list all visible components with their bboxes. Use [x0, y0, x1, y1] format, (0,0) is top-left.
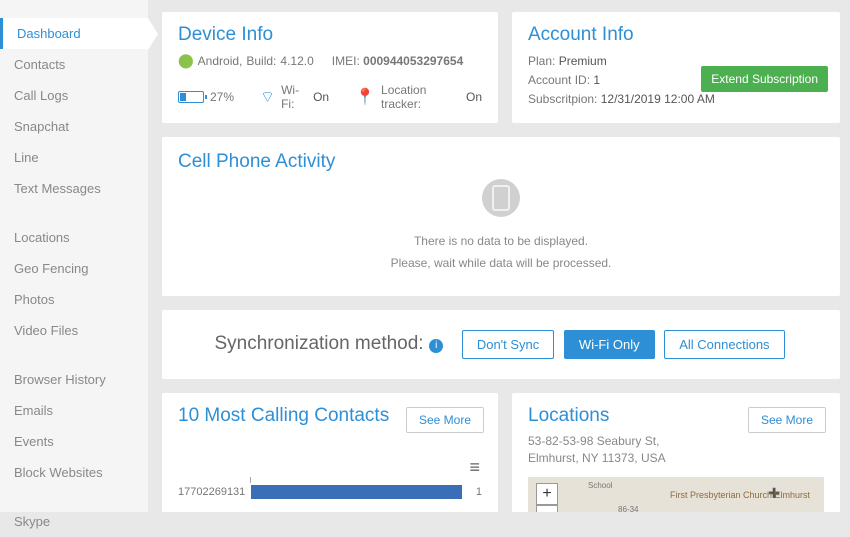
sync-card: Synchronization method: i Don't Sync Wi-…	[162, 310, 840, 379]
sidebar-item-events[interactable]: Events	[0, 426, 148, 457]
locations-address-2: Elmhurst, NY 11373, USA	[528, 450, 824, 467]
location-pin-icon: 📍	[355, 87, 375, 107]
plan-label: Plan:	[528, 54, 555, 68]
subscription-label: Subscritpion:	[528, 92, 597, 106]
wifi-value: On	[313, 90, 329, 104]
loc-tracker-value: On	[466, 90, 482, 104]
sidebar-item-locations[interactable]: Locations	[0, 222, 148, 253]
sidebar-item-browser-history[interactable]: Browser History	[0, 364, 148, 395]
map-poi-label: First Presbyterian Church Elmhurst	[670, 491, 810, 501]
map-zoom-in-button[interactable]: +	[536, 483, 558, 505]
sync-label: Synchronization method:	[214, 333, 423, 354]
bar-value-0: 1	[476, 486, 482, 498]
loc-tracker-label: Location tracker:	[381, 83, 460, 111]
activity-card: Cell Phone Activity There is no data to …	[162, 137, 840, 296]
wifi-label: Wi-Fi:	[281, 83, 307, 111]
info-icon[interactable]: i	[429, 339, 443, 353]
sync-option-dont[interactable]: Don't Sync	[462, 330, 554, 359]
sidebar-item-dashboard[interactable]: Dashboard	[0, 18, 148, 49]
locations-see-more-button[interactable]: See More	[748, 407, 826, 433]
locations-address-1: 53-82-53-98 Seabury St,	[528, 433, 824, 450]
account-info-title: Account Info	[528, 24, 824, 46]
device-build-label: Build:	[246, 54, 276, 68]
locations-map[interactable]: + − ✚ First Presbyterian Church Elmhurst…	[528, 477, 824, 512]
sidebar-item-text-messages[interactable]: Text Messages	[0, 173, 148, 204]
calling-bar-chart: 17702269131 1	[178, 477, 482, 499]
sidebar-item-block-websites[interactable]: Block Websites	[0, 457, 148, 488]
sync-option-wifi[interactable]: Wi-Fi Only	[564, 330, 655, 359]
sidebar-item-geo-fencing[interactable]: Geo Fencing	[0, 253, 148, 284]
bar-0	[251, 485, 462, 499]
device-info-title: Device Info	[178, 24, 482, 46]
sidebar-item-call-logs[interactable]: Call Logs	[0, 80, 148, 111]
sidebar-item-video-files[interactable]: Video Files	[0, 315, 148, 346]
calling-see-more-button[interactable]: See More	[406, 407, 484, 433]
account-info-card: Account Info Plan: Premium Account ID: 1…	[512, 12, 840, 123]
bar-label-0: 17702269131	[178, 486, 245, 498]
device-build-value: 4.12.0	[280, 54, 313, 68]
activity-nodata-line2: Please, wait while data will be processe…	[178, 253, 824, 275]
sidebar: Dashboard Contacts Call Logs Snapchat Li…	[0, 0, 148, 512]
account-id-label: Account ID:	[528, 73, 590, 87]
device-os: Android,	[198, 54, 243, 68]
calling-contacts-card: 10 Most Calling Contacts See More ≡ 1770…	[162, 393, 498, 512]
imei-value: 000944053297654	[363, 54, 463, 68]
sidebar-item-line[interactable]: Line	[0, 142, 148, 173]
sidebar-item-photos[interactable]: Photos	[0, 284, 148, 315]
main-content: Device Info ⬤ Android, Build: 4.12.0 IME…	[148, 0, 850, 512]
battery-icon	[178, 91, 204, 103]
activity-title: Cell Phone Activity	[178, 151, 824, 173]
map-zoom-out-button[interactable]: −	[536, 505, 558, 512]
device-info-card: Device Info ⬤ Android, Build: 4.12.0 IME…	[162, 12, 498, 123]
imei-label: IMEI:	[332, 54, 360, 68]
subscription-value: 12/31/2019 12:00 AM	[601, 92, 715, 106]
sidebar-item-skype[interactable]: Skype	[0, 506, 148, 537]
battery-percent: 27%	[210, 90, 234, 104]
chart-menu-icon[interactable]: ≡	[469, 457, 480, 478]
locations-card: Locations 53-82-53-98 Seabury St, Elmhur…	[512, 393, 840, 512]
sidebar-item-snapchat[interactable]: Snapchat	[0, 111, 148, 142]
android-icon: ⬤	[178, 52, 194, 69]
wifi-icon: ⌔	[260, 87, 275, 107]
sync-option-all[interactable]: All Connections	[664, 330, 784, 359]
activity-nodata-line1: There is no data to be displayed.	[178, 231, 824, 253]
sidebar-item-contacts[interactable]: Contacts	[0, 49, 148, 80]
plan-value: Premium	[559, 54, 607, 68]
phone-placeholder-icon	[482, 179, 520, 217]
map-num-label: 86-34	[618, 505, 638, 512]
extend-subscription-button[interactable]: Extend Subscription	[701, 66, 828, 92]
map-street-label: School	[588, 481, 612, 490]
sidebar-item-emails[interactable]: Emails	[0, 395, 148, 426]
account-id-value: 1	[593, 73, 600, 87]
